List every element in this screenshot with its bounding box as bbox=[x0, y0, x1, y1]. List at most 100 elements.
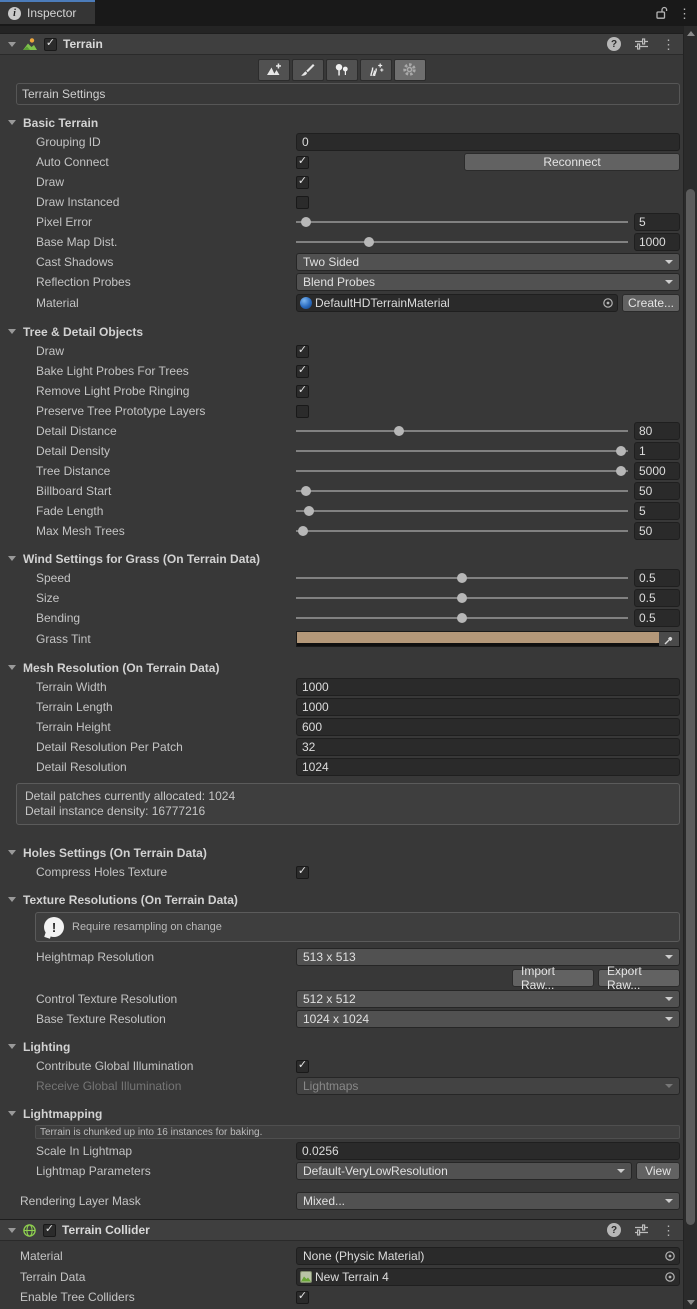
max-mesh-trees-value[interactable]: 50 bbox=[634, 522, 680, 540]
compress-holes-checkbox[interactable]: ✓ bbox=[296, 866, 309, 879]
detail-resolution-field[interactable]: 1024 bbox=[296, 758, 680, 776]
section-mesh-resolution[interactable]: Mesh Resolution (On Terrain Data) bbox=[0, 658, 683, 677]
terrain-width-field[interactable]: 1000 bbox=[296, 678, 680, 696]
foldout-icon[interactable] bbox=[8, 850, 16, 855]
preserve-layers-checkbox[interactable] bbox=[296, 405, 309, 418]
detail-density-value[interactable]: 1 bbox=[634, 442, 680, 460]
detail-res-per-patch-field[interactable]: 32 bbox=[296, 738, 680, 756]
detail-density-slider[interactable] bbox=[296, 444, 628, 458]
bake-probes-checkbox[interactable]: ✓ bbox=[296, 365, 309, 378]
tree-distance-value[interactable]: 5000 bbox=[634, 462, 680, 480]
component-menu-icon[interactable]: ⋮ bbox=[662, 1224, 675, 1237]
window-menu-icon[interactable]: ⋮ bbox=[678, 7, 691, 20]
collider-enabled-checkbox[interactable]: ✓ bbox=[43, 1224, 56, 1237]
wind-bending-slider[interactable] bbox=[296, 611, 628, 625]
lightmap-parameters-dropdown[interactable]: Default-VeryLowResolution bbox=[296, 1162, 632, 1180]
scrollbar-thumb[interactable] bbox=[686, 189, 695, 1225]
max-mesh-trees-slider[interactable] bbox=[296, 524, 628, 538]
presets-icon[interactable] bbox=[634, 38, 649, 50]
fade-length-slider[interactable] bbox=[296, 504, 628, 518]
section-basic-terrain[interactable]: Basic Terrain bbox=[0, 113, 683, 132]
terrain-enabled-checkbox[interactable]: ✓ bbox=[44, 38, 57, 51]
td-draw-checkbox[interactable]: ✓ bbox=[296, 345, 309, 358]
draw-checkbox[interactable]: ✓ bbox=[296, 176, 309, 189]
scale-in-lightmap-field[interactable]: 0.0256 bbox=[296, 1142, 680, 1160]
fade-length-value[interactable]: 5 bbox=[634, 502, 680, 520]
terrain-length-field[interactable]: 1000 bbox=[296, 698, 680, 716]
wind-speed-value[interactable]: 0.5 bbox=[634, 569, 680, 587]
object-picker-icon[interactable] bbox=[664, 1271, 676, 1283]
terrain-component-header[interactable]: ✓ Terrain ? ⋮ bbox=[0, 33, 683, 55]
wind-size-slider[interactable] bbox=[296, 591, 628, 605]
auto-connect-checkbox[interactable]: ✓ bbox=[296, 156, 309, 169]
physic-material-object-field[interactable]: None (Physic Material) bbox=[296, 1247, 680, 1265]
terrain-collider-header[interactable]: ✓ Terrain Collider ? ⋮ bbox=[0, 1219, 683, 1241]
terrain-height-field[interactable]: 600 bbox=[296, 718, 680, 736]
base-map-dist-value[interactable]: 1000 bbox=[634, 233, 680, 251]
wind-bending-value[interactable]: 0.5 bbox=[634, 609, 680, 627]
foldout-icon[interactable] bbox=[8, 329, 16, 334]
help-icon[interactable]: ? bbox=[607, 1223, 621, 1237]
presets-icon[interactable] bbox=[634, 1224, 649, 1236]
material-object-field[interactable]: DefaultHDTerrainMaterial bbox=[296, 294, 618, 312]
foldout-icon[interactable] bbox=[8, 665, 16, 670]
create-material-button[interactable]: Create... bbox=[622, 294, 680, 312]
export-raw-button[interactable]: Export Raw... bbox=[598, 969, 680, 987]
base-texture-dropdown[interactable]: 1024 x 1024 bbox=[296, 1010, 680, 1028]
component-menu-icon[interactable]: ⋮ bbox=[662, 38, 675, 51]
billboard-start-value[interactable]: 50 bbox=[634, 482, 680, 500]
foldout-icon[interactable] bbox=[8, 556, 16, 561]
lock-icon[interactable] bbox=[655, 6, 668, 20]
foldout-icon[interactable] bbox=[8, 1044, 16, 1049]
rendering-layer-mask-dropdown[interactable]: Mixed... bbox=[296, 1192, 680, 1210]
detail-distance-slider[interactable] bbox=[296, 424, 628, 438]
wind-size-value[interactable]: 0.5 bbox=[634, 589, 680, 607]
object-picker-icon[interactable] bbox=[664, 1250, 676, 1262]
pixel-error-slider[interactable] bbox=[296, 215, 628, 229]
foldout-icon[interactable] bbox=[8, 1228, 16, 1233]
wind-speed-slider[interactable] bbox=[296, 571, 628, 585]
terrain-data-object-field[interactable]: New Terrain 4 bbox=[296, 1268, 680, 1286]
foldout-icon[interactable] bbox=[8, 120, 16, 125]
object-picker-icon[interactable] bbox=[602, 297, 614, 309]
section-tree-detail[interactable]: Tree & Detail Objects bbox=[0, 322, 683, 341]
draw-instanced-checkbox[interactable] bbox=[296, 196, 309, 209]
reconnect-button[interactable]: Reconnect bbox=[464, 153, 680, 171]
billboard-start-slider[interactable] bbox=[296, 484, 628, 498]
tab-label: Inspector bbox=[27, 6, 76, 20]
section-holes-settings[interactable]: Holes Settings (On Terrain Data) bbox=[0, 843, 683, 862]
section-lighting[interactable]: Lighting bbox=[0, 1037, 683, 1056]
grass-tint-color-field[interactable] bbox=[296, 631, 680, 647]
enable-tree-colliders-checkbox[interactable]: ✓ bbox=[296, 1291, 309, 1304]
view-button[interactable]: View bbox=[636, 1162, 680, 1180]
section-texture-resolutions[interactable]: Texture Resolutions (On Terrain Data) bbox=[0, 890, 683, 909]
paint-trees-icon[interactable] bbox=[326, 59, 358, 81]
foldout-icon[interactable] bbox=[8, 897, 16, 902]
paint-terrain-icon[interactable] bbox=[292, 59, 324, 81]
grouping-id-field[interactable]: 0 bbox=[296, 133, 680, 151]
section-lightmapping[interactable]: Lightmapping bbox=[0, 1104, 683, 1123]
scroll-up-icon[interactable] bbox=[684, 27, 697, 39]
foldout-icon[interactable] bbox=[8, 42, 16, 47]
create-neighbor-terrains-icon[interactable] bbox=[258, 59, 290, 81]
tree-distance-slider[interactable] bbox=[296, 464, 628, 478]
reflection-probes-dropdown[interactable]: Blend Probes bbox=[296, 273, 680, 291]
control-texture-dropdown[interactable]: 512 x 512 bbox=[296, 990, 680, 1008]
section-wind-settings[interactable]: Wind Settings for Grass (On Terrain Data… bbox=[0, 549, 683, 568]
import-raw-button[interactable]: Import Raw... bbox=[512, 969, 594, 987]
scroll-down-icon[interactable] bbox=[684, 1296, 697, 1308]
detail-distance-value[interactable]: 80 bbox=[634, 422, 680, 440]
eyedropper-icon[interactable] bbox=[659, 632, 679, 646]
grass-tint-swatch[interactable] bbox=[297, 632, 659, 646]
contribute-gi-checkbox[interactable]: ✓ bbox=[296, 1060, 309, 1073]
paint-details-icon[interactable] bbox=[360, 59, 392, 81]
help-icon[interactable]: ? bbox=[607, 37, 621, 51]
foldout-icon[interactable] bbox=[8, 1111, 16, 1116]
pixel-error-value[interactable]: 5 bbox=[634, 213, 680, 231]
cast-shadows-dropdown[interactable]: Two Sided bbox=[296, 253, 680, 271]
remove-ringing-checkbox[interactable]: ✓ bbox=[296, 385, 309, 398]
vertical-scrollbar[interactable] bbox=[683, 26, 697, 1309]
terrain-settings-icon[interactable] bbox=[394, 59, 426, 81]
base-map-dist-slider[interactable] bbox=[296, 235, 628, 249]
tab-inspector[interactable]: i Inspector bbox=[0, 0, 95, 24]
